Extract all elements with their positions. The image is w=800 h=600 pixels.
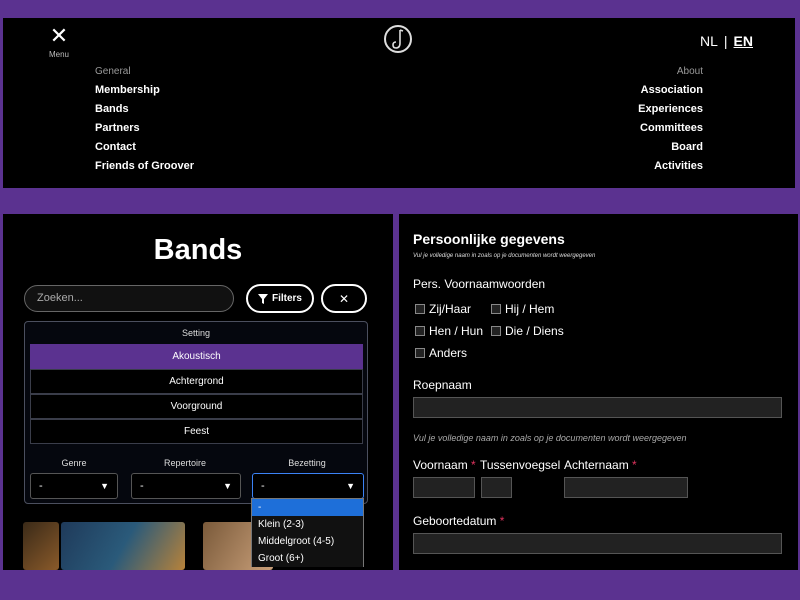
repertoire-select-value: - [140,480,144,492]
nav-link-board[interactable]: Board [638,141,703,154]
personal-details-form: Persoonlijke gegevens Vul je volledige n… [399,214,798,570]
page-title: Bands [153,234,243,266]
filter-icon [257,293,268,304]
nav-link-bands[interactable]: Bands [95,103,194,116]
dropdown-option[interactable]: Middelgroot (4-5) [252,533,363,550]
setting-label: Setting [181,328,211,338]
tussenvoegsel-input[interactable] [481,477,512,498]
pronoun-checkbox-anders[interactable]: Anders [415,346,467,360]
bezetting-label: Bezetting [288,458,326,468]
saxophone-icon [392,29,404,49]
language-switcher: NL | EN [700,33,753,49]
achternaam-label: Achternaam * [564,458,637,472]
form-subtitle: Vul je volledige naam in zoals op je doc… [413,253,596,259]
nav-link-friends[interactable]: Friends of Groover [95,160,194,173]
pronoun-checkbox-hij[interactable]: Hij / Hem [491,302,554,316]
search-input[interactable]: Zoeken... [24,285,234,312]
checkbox-box[interactable] [491,304,501,314]
setting-option-voorground[interactable]: Voorground [30,394,363,419]
checkbox-label: Anders [429,346,468,360]
nav-link-association[interactable]: Association [638,84,703,97]
dropdown-option[interactable]: - [252,499,363,516]
chevron-down-icon: ▼ [100,481,109,491]
tussenvoegsel-label: Tussenvoegsel [480,458,561,472]
genre-select[interactable]: - ▼ [30,473,118,499]
lang-en-link[interactable]: EN [734,33,753,49]
geboortedatum-label: Geboortedatum * [413,514,504,528]
lang-separator: | [723,33,728,49]
bezetting-select-value: - [261,480,265,492]
general-heading: General [95,66,131,77]
nav-link-contact[interactable]: Contact [95,141,194,154]
roepnaam-label: Roepnaam [413,378,472,392]
filter-panel: Setting Akoustisch Achtergrond Voorgroun… [24,321,368,504]
clear-filters-button[interactable]: ✕ [321,284,367,313]
checkbox-label: Hen / Hun [429,324,484,338]
repertoire-label: Repertoire [163,458,207,468]
pronoun-checkbox-die[interactable]: Die / Diens [491,324,564,338]
nav-link-membership[interactable]: Membership [95,84,194,97]
menu-label: Menu [48,50,69,59]
general-nav: General Membership Bands Partners Contac… [95,66,194,179]
band-thumbnail[interactable] [61,522,185,570]
checkbox-box[interactable] [415,326,425,336]
voornaam-input[interactable] [413,477,475,498]
nav-link-activities[interactable]: Activities [638,160,703,173]
bezetting-dropdown: - Klein (2-3) Middelgroot (4-5) Groot (6… [251,498,364,567]
top-navigation-panel: ✕ Menu NL | EN General Membership Bands Pa… [3,18,795,188]
name-hint: Vul je volledige naam in zoals op je doc… [413,433,687,443]
close-icon: ✕ [338,291,350,306]
about-heading: About [676,66,703,77]
setting-option-achtergrond[interactable]: Achtergrond [30,369,363,394]
checkbox-label: Die / Diens [505,324,564,338]
required-mark: * [499,514,505,528]
repertoire-select[interactable]: - ▼ [131,473,241,499]
pronouns-label: Pers. Voornaamwoorden [413,277,546,291]
geboortedatum-label-text: Geboortedatum [413,514,497,528]
nav-link-experiences[interactable]: Experiences [638,103,703,116]
setting-option-akoustisch[interactable]: Akoustisch [30,344,363,369]
voornaam-label: Voornaam * [413,458,476,472]
pronoun-checkbox-zij[interactable]: Zij/Haar [415,302,471,316]
required-mark: * [471,458,476,472]
dropdown-option[interactable]: Groot (6+) [252,550,363,567]
genre-select-value: - [39,480,43,492]
checkbox-label: Hij / Hem [505,302,555,316]
chevron-down-icon: ▼ [346,481,355,491]
chevron-down-icon: ▼ [223,481,232,491]
filters-button[interactable]: Filters [246,284,314,313]
pronoun-checkbox-hen[interactable]: Hen / Hun [415,324,483,338]
geboortedatum-input[interactable] [413,533,782,554]
filters-label: Filters [271,293,302,304]
required-mark: * [632,458,637,472]
nav-link-committees[interactable]: Committees [638,122,703,135]
band-thumbnail[interactable] [23,522,59,570]
groover-logo[interactable] [384,25,412,53]
form-title: Persoonlijke gegevens [413,231,565,247]
checkbox-box[interactable] [491,326,501,336]
achternaam-input[interactable] [564,477,688,498]
nav-link-partners[interactable]: Partners [95,122,194,135]
achternaam-label-text: Achternaam [564,458,629,472]
bezetting-select[interactable]: - ▼ [252,473,364,499]
about-nav: About Association Experiences Committees… [638,66,703,179]
dropdown-option[interactable]: Klein (2-3) [252,516,363,533]
close-icon: ✕ [49,24,69,49]
bands-panel: Bands Zoeken... Filters ✕ Setting Akoust… [3,214,393,570]
checkbox-box[interactable] [415,304,425,314]
genre-label: Genre [61,458,87,468]
setting-option-feest[interactable]: Feest [30,419,363,444]
checkbox-box[interactable] [415,348,425,358]
voornaam-label-text: Voornaam [413,458,468,472]
checkbox-label: Zij/Haar [429,302,472,316]
roepnaam-input[interactable] [413,397,782,418]
lang-nl-link[interactable]: NL [700,33,718,49]
menu-close-button[interactable]: ✕ Menu [45,24,73,60]
